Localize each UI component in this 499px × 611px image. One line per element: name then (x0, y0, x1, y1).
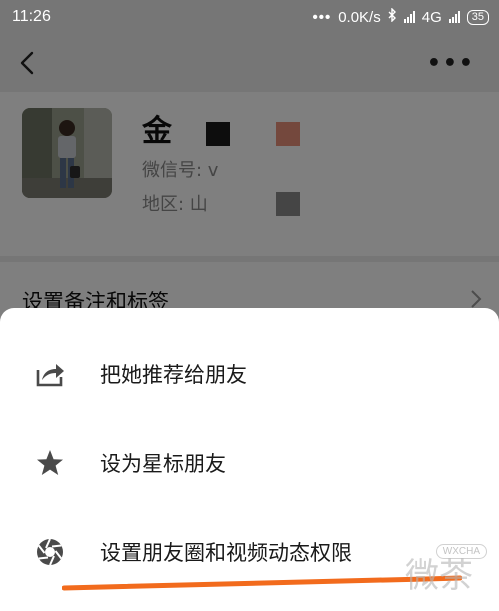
recommend-to-friend-label: 把她推荐给朋友 (100, 363, 247, 387)
network-type: 4G (421, 8, 442, 26)
signal-icon (448, 11, 460, 23)
moments-aperture-icon (34, 536, 66, 568)
share-icon (34, 358, 66, 390)
status-bar: 11:26 ••• 0.0K/s 4G 35 (0, 0, 499, 34)
star-friend-item[interactable]: 设为星标朋友 (0, 423, 499, 503)
status-icons: ••• 0.0K/s 4G 35 (312, 7, 489, 26)
highlight-underline (62, 575, 462, 591)
moments-permission-label: 设置朋友圈和视频动态权限 (100, 541, 352, 565)
battery-icon: 35 (466, 9, 489, 25)
bluetooth-icon (388, 7, 397, 26)
watermark: 微茶 (405, 556, 473, 596)
notification-dots: ••• (312, 8, 332, 26)
status-time: 11:26 (12, 8, 51, 25)
star-friend-label: 设为星标朋友 (100, 452, 226, 476)
recommend-to-friend-item[interactable]: 把她推荐给朋友 (0, 334, 499, 414)
hd-signal-icon (403, 11, 415, 23)
network-speed: 0.0K/s (338, 8, 381, 26)
star-icon (34, 447, 66, 479)
